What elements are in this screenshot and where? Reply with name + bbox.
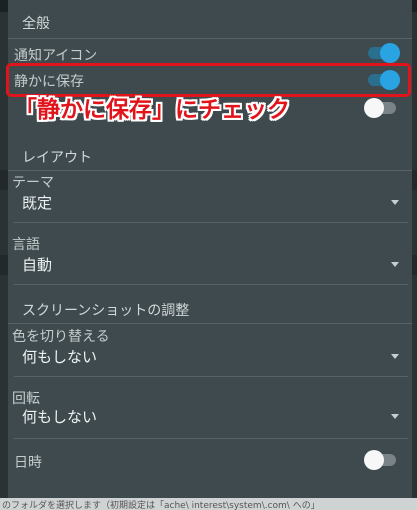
rotation-select-value[interactable]: 何もしない bbox=[22, 406, 97, 427]
theme-divider bbox=[14, 222, 408, 223]
section-screenshot-header: スクリーンショットの調整 bbox=[22, 303, 190, 319]
datetime-label: 日時 bbox=[14, 455, 42, 471]
notification-icon-label: 通知アイコン bbox=[14, 48, 98, 64]
hidden-setting-toggle[interactable] bbox=[364, 97, 400, 119]
section-screenshot-divider bbox=[8, 323, 412, 324]
language-select-value[interactable]: 自動 bbox=[22, 254, 52, 275]
annotation-callout: 「静かに保存」にチェック bbox=[14, 97, 290, 123]
notification-icon-toggle[interactable] bbox=[364, 42, 400, 64]
section-layout-divider bbox=[8, 170, 412, 171]
theme-label: テーマ bbox=[12, 175, 54, 191]
language-divider bbox=[14, 284, 408, 285]
toggle-thumb bbox=[364, 450, 384, 470]
color-switch-divider bbox=[14, 376, 408, 377]
datetime-toggle[interactable] bbox=[364, 449, 400, 471]
language-label: 言語 bbox=[12, 237, 40, 253]
rotation-label: 回転 bbox=[12, 391, 40, 407]
background-page-text-content: のフォルダを選択します（初期設定は「ache\ interest\system\… bbox=[2, 501, 320, 510]
rotation-dropdown-caret-icon[interactable] bbox=[391, 414, 399, 419]
rotation-divider bbox=[14, 438, 408, 439]
background-page-text: のフォルダを選択します（初期設定は「ache\ interest\system\… bbox=[0, 498, 417, 510]
section-layout-header: レイアウト bbox=[22, 150, 92, 166]
color-switch-dropdown-caret-icon[interactable] bbox=[391, 354, 399, 359]
theme-dropdown-caret-icon[interactable] bbox=[391, 200, 399, 205]
language-dropdown-caret-icon[interactable] bbox=[391, 262, 399, 267]
theme-select-value[interactable]: 既定 bbox=[22, 192, 52, 213]
section-general-divider bbox=[8, 38, 412, 39]
toggle-thumb bbox=[380, 43, 400, 63]
section-general-header: 全般 bbox=[22, 16, 50, 32]
toggle-thumb bbox=[364, 98, 384, 118]
color-switch-label: 色を切り替える bbox=[12, 329, 110, 345]
color-switch-select-value[interactable]: 何もしない bbox=[22, 346, 97, 367]
